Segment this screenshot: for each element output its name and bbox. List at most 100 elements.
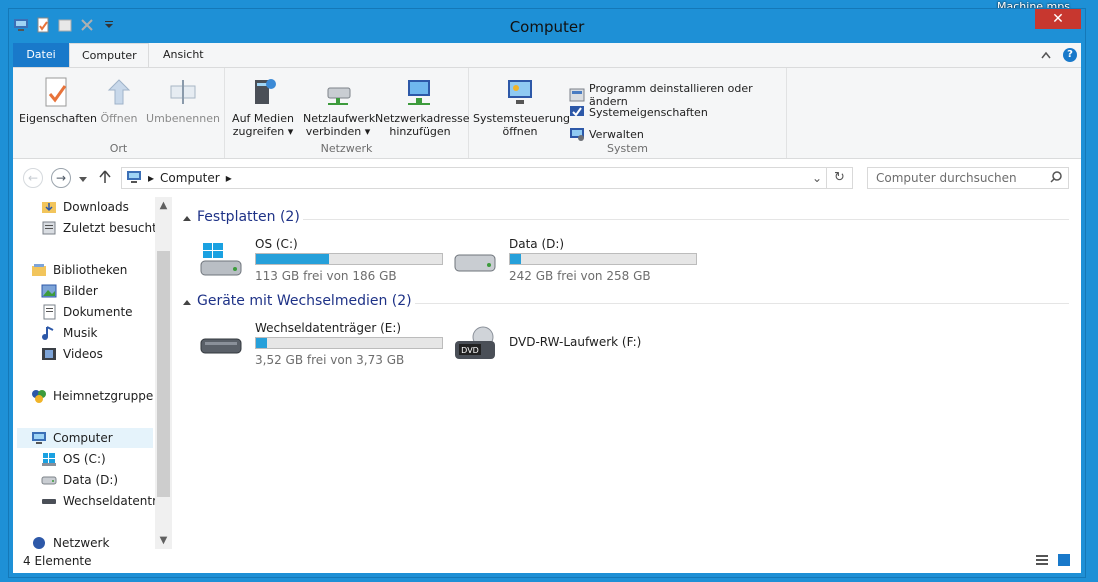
group-system: Systemsteuerung öffnen Programm deinstal… — [469, 68, 787, 158]
navigation-pane: Downloads Zuletzt besucht Bibliotheken B… — [13, 197, 173, 549]
media-access-button[interactable]: Auf Medien zugreifen ▾ — [231, 76, 295, 138]
map-network-drive-button[interactable]: Netzlaufwerk verbinden ▾ — [303, 76, 375, 138]
group-netzwerk: Auf Medien zugreifen ▾ Netzlaufwerk verb… — [225, 68, 470, 158]
add-network-location-label-2: hinzufügen — [389, 125, 451, 138]
nav-scrollbar[interactable]: ▲ ▼ — [155, 197, 172, 549]
back-button[interactable]: ← — [23, 168, 43, 188]
section-header-removable[interactable]: Geräte mit Wechselmedien (2) — [183, 293, 412, 309]
music-icon — [41, 325, 57, 341]
drive-name: Wechseldatenträger (E:) — [255, 321, 402, 335]
drive-usage-fill — [256, 338, 268, 348]
search-input[interactable]: Computer durchsuchen — [867, 167, 1069, 189]
nav-item-label: Musik — [63, 326, 98, 340]
properties-button[interactable]: Eigenschaften — [19, 76, 97, 125]
nav-item-music[interactable]: Musik — [41, 323, 98, 343]
group-label-netzwerk: Netzwerk — [320, 142, 373, 155]
svg-text:DVD: DVD — [461, 346, 479, 355]
refresh-button[interactable]: ↻ — [827, 167, 853, 189]
manage-button[interactable]: Verwalten — [569, 126, 644, 142]
properties-label: Eigenschaften — [19, 112, 97, 125]
nav-item-label: Dokumente — [63, 305, 133, 319]
drive-tile-c[interactable]: OS (C:) 113 GB frei von 186 GB — [199, 237, 449, 285]
help-icon[interactable]: ? — [1063, 48, 1077, 62]
scroll-down-icon[interactable]: ▼ — [155, 532, 172, 549]
recent-locations-icon[interactable] — [79, 173, 87, 186]
nav-item-pictures[interactable]: Bilder — [41, 281, 98, 301]
chevron-right-icon[interactable]: ▸ — [148, 171, 154, 185]
section-title: Festplatten (2) — [197, 209, 300, 225]
search-placeholder: Computer durchsuchen — [876, 171, 1017, 185]
tiles-view-icon[interactable] — [1057, 553, 1071, 567]
control-panel-label-1: Systemsteuerung — [473, 112, 571, 125]
rename-button[interactable]: Umbenennen — [145, 76, 221, 125]
rename-label: Umbenennen — [146, 112, 220, 125]
system-properties-button[interactable]: Systemeigenschaften — [569, 104, 708, 120]
map-network-drive-label-2: verbinden — [305, 125, 362, 138]
drive-name: DVD-RW-Laufwerk (F:) — [509, 335, 642, 349]
ribbon-tabs: Datei Computer Ansicht ? — [13, 43, 1081, 67]
search-icon[interactable] — [1050, 170, 1062, 186]
properties-icon — [40, 76, 72, 108]
collapse-icon[interactable] — [183, 209, 191, 225]
media-server-icon — [247, 76, 279, 108]
add-network-location-button[interactable]: Netzwerkadresse hinzufügen — [375, 76, 470, 138]
open-button[interactable]: Öffnen — [97, 76, 141, 125]
recent-places-icon — [41, 220, 57, 236]
chevron-down-icon[interactable]: ⌄ — [812, 171, 822, 185]
nav-item-downloads[interactable]: Downloads — [41, 197, 129, 217]
open-label: Öffnen — [100, 112, 138, 125]
title-bar: Computer ✕ — [9, 9, 1085, 43]
drive-free-space: 242 GB frei von 258 GB — [509, 269, 651, 283]
tab-file[interactable]: Datei — [13, 43, 69, 67]
nav-item-documents[interactable]: Dokumente — [41, 302, 133, 322]
drive-tile-d[interactable]: Data (D:) 242 GB frei von 258 GB — [453, 237, 703, 285]
collapse-ribbon-icon[interactable] — [1041, 49, 1051, 62]
nav-item-libraries[interactable]: Bibliotheken — [31, 260, 127, 280]
details-view-icon[interactable] — [1035, 553, 1049, 567]
nav-item-computer[interactable]: Computer — [17, 428, 153, 448]
homegroup-icon — [31, 388, 47, 404]
nav-item-label: Bibliotheken — [53, 263, 128, 277]
nav-item-drive-c[interactable]: OS (C:) — [41, 449, 106, 469]
drive-usage-fill — [510, 254, 522, 264]
programs-icon — [569, 87, 585, 103]
nav-item-network[interactable]: Netzwerk — [31, 533, 109, 549]
media-access-label-2-row: zugreifen ▾ — [232, 125, 294, 138]
collapse-icon[interactable] — [183, 293, 191, 309]
control-panel-button[interactable]: Systemsteuerung öffnen — [473, 76, 571, 138]
dvd-drive-icon: DVD — [453, 325, 497, 363]
drive-name: OS (C:) — [255, 237, 298, 251]
scroll-up-icon[interactable]: ▲ — [155, 197, 172, 214]
nav-item-homegroup[interactable]: Heimnetzgruppe — [31, 386, 153, 406]
drive-free-space: 113 GB frei von 186 GB — [255, 269, 397, 283]
chevron-right-icon[interactable]: ▸ — [226, 171, 232, 185]
forward-button[interactable]: → — [51, 168, 71, 188]
close-button[interactable]: ✕ — [1035, 9, 1081, 29]
scroll-thumb[interactable] — [157, 251, 170, 497]
drive-tile-f[interactable]: DVD DVD-RW-Laufwerk (F:) — [453, 321, 703, 369]
network-location-icon — [404, 76, 436, 108]
group-label-system: System — [606, 142, 649, 155]
hard-drive-icon — [453, 241, 497, 279]
removable-drive-icon — [41, 493, 57, 509]
up-arrow-icon[interactable] — [99, 170, 111, 187]
drive-free-space: 3,52 GB frei von 3,73 GB — [255, 353, 405, 367]
network-icon — [31, 535, 47, 549]
drive-tile-e[interactable]: Wechseldatenträger (E:) 3,52 GB frei von… — [199, 321, 449, 369]
nav-item-drive-d[interactable]: Data (D:) — [41, 470, 118, 490]
item-count: 4 Elemente — [23, 554, 92, 568]
nav-item-recent[interactable]: Zuletzt besucht — [41, 218, 157, 238]
section-header-harddisks[interactable]: Festplatten (2) — [183, 209, 300, 225]
nav-item-videos[interactable]: Videos — [41, 344, 103, 364]
tab-view[interactable]: Ansicht — [151, 43, 215, 67]
section-divider — [415, 303, 1069, 304]
libraries-icon — [31, 262, 47, 278]
address-path[interactable]: Computer — [160, 171, 220, 185]
view-switcher — [1035, 553, 1071, 567]
address-bar[interactable]: ▸ Computer ▸ ⌄ — [121, 167, 827, 189]
nav-item-drive-e[interactable]: Wechseldatenträ — [41, 491, 164, 511]
tab-computer[interactable]: Computer — [69, 43, 149, 67]
main-pane: Festplatten (2) OS (C:) 113 GB frei von … — [183, 197, 1081, 549]
drive-name: Data (D:) — [509, 237, 565, 251]
group-ort: Eigenschaften Öffnen Umbenennen Ort — [13, 68, 225, 158]
